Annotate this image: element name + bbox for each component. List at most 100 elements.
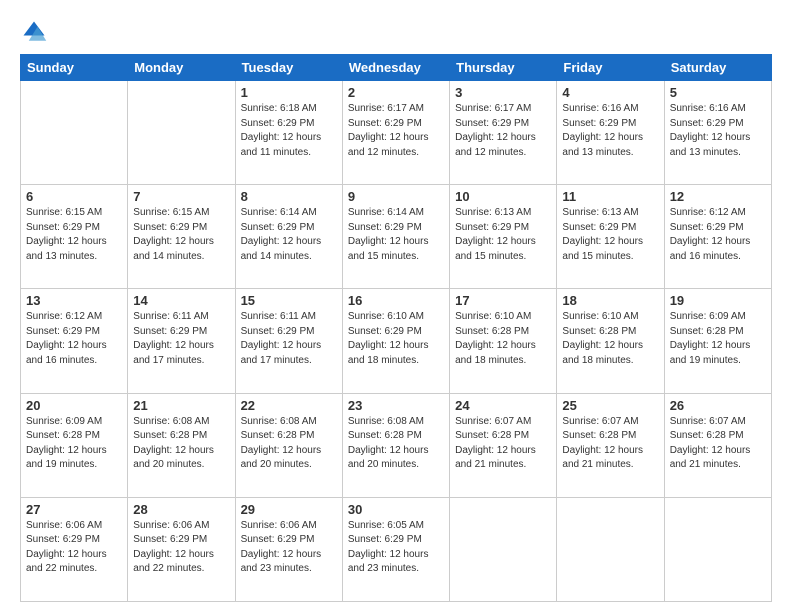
day-info: Sunrise: 6:06 AM Sunset: 6:29 PM Dayligh…	[26, 519, 122, 577]
calendar-day-cell: 26Sunrise: 6:07 AM Sunset: 6:28 PM Dayli…	[664, 393, 771, 497]
day-info: Sunrise: 6:17 AM Sunset: 6:29 PM Dayligh…	[348, 102, 444, 160]
day-number: 14	[133, 293, 229, 308]
day-number: 10	[455, 189, 551, 204]
day-info: Sunrise: 6:17 AM Sunset: 6:29 PM Dayligh…	[455, 102, 551, 160]
weekday-header-monday: Monday	[128, 55, 235, 81]
weekday-header-thursday: Thursday	[450, 55, 557, 81]
day-info: Sunrise: 6:07 AM Sunset: 6:28 PM Dayligh…	[562, 415, 658, 473]
calendar-week-row: 20 Sunrise: 6:09 AM Sunset: 6:28 PM Dayli…	[21, 393, 772, 497]
day-info: Sunrise: 6:12 AM Sunset: 6:29 PM Dayligh…	[670, 206, 766, 264]
day-number: 29	[241, 502, 337, 517]
day-number: 30	[348, 502, 444, 517]
day-number: 20	[26, 398, 122, 413]
day-number: 18	[562, 293, 658, 308]
calendar-day-cell: 1 Sunrise: 6:18 AM Sunset: 6:29 PM Daylig…	[235, 81, 342, 185]
logo-icon	[20, 18, 48, 46]
day-info: Sunrise: 6:18 AM Sunset: 6:29 PM Dayligh…	[241, 102, 337, 160]
day-info: Sunrise: 6:11 AM Sunset: 6:29 PM Dayligh…	[241, 310, 337, 368]
calendar-day-cell: 25 Sunrise: 6:07 AM Sunset: 6:28 PM Dayli…	[557, 393, 664, 497]
calendar-day-cell: 4 Sunrise: 6:16 AM Sunset: 6:29 PM Daylig…	[557, 81, 664, 185]
calendar-day-cell: 20 Sunrise: 6:09 AM Sunset: 6:28 PM Dayli…	[21, 393, 128, 497]
day-info: Sunrise: 6:13 AM Sunset: 6:29 PM Dayligh…	[562, 206, 658, 264]
day-number: 15	[241, 293, 337, 308]
weekday-header-wednesday: Wednesday	[342, 55, 449, 81]
day-number: 12	[670, 189, 766, 204]
day-number: 6	[26, 189, 122, 204]
day-info: Sunrise: 6:14 AM Sunset: 6:29 PM Dayligh…	[241, 206, 337, 264]
weekday-header-tuesday: Tuesday	[235, 55, 342, 81]
day-info: Sunrise: 6:16 AM Sunset: 6:29 PM Dayligh…	[562, 102, 658, 160]
day-info: Sunrise: 6:08 AM Sunset: 6:28 PM Dayligh…	[348, 415, 444, 473]
calendar-day-cell: 3 Sunrise: 6:17 AM Sunset: 6:29 PM Daylig…	[450, 81, 557, 185]
day-info: Sunrise: 6:11 AM Sunset: 6:29 PM Dayligh…	[133, 310, 229, 368]
day-number: 13	[26, 293, 122, 308]
day-number: 7	[133, 189, 229, 204]
day-info: Sunrise: 6:09 AM Sunset: 6:28 PM Dayligh…	[26, 415, 122, 473]
calendar-day-cell: 5 Sunrise: 6:16 AM Sunset: 6:29 PM Daylig…	[664, 81, 771, 185]
weekday-header-friday: Friday	[557, 55, 664, 81]
calendar-day-cell	[128, 81, 235, 185]
calendar-day-cell: 11 Sunrise: 6:13 AM Sunset: 6:29 PM Dayli…	[557, 185, 664, 289]
calendar-day-cell: 15 Sunrise: 6:11 AM Sunset: 6:29 PM Dayli…	[235, 289, 342, 393]
day-number: 17	[455, 293, 551, 308]
weekday-row: SundayMondayTuesdayWednesdayThursdayFrid…	[21, 55, 772, 81]
day-info: Sunrise: 6:16 AM Sunset: 6:29 PM Dayligh…	[670, 102, 766, 160]
day-info: Sunrise: 6:08 AM Sunset: 6:28 PM Dayligh…	[133, 415, 229, 473]
calendar-day-cell: 17Sunrise: 6:10 AM Sunset: 6:28 PM Dayli…	[450, 289, 557, 393]
day-number: 1	[241, 85, 337, 100]
calendar-day-cell	[450, 497, 557, 601]
calendar-day-cell: 2 Sunrise: 6:17 AM Sunset: 6:29 PM Daylig…	[342, 81, 449, 185]
calendar-day-cell: 16 Sunrise: 6:10 AM Sunset: 6:29 PM Dayli…	[342, 289, 449, 393]
day-number: 19	[670, 293, 766, 308]
day-info: Sunrise: 6:10 AM Sunset: 6:29 PM Dayligh…	[348, 310, 444, 368]
calendar-week-row: 6 Sunrise: 6:15 AM Sunset: 6:29 PM Daylig…	[21, 185, 772, 289]
calendar-day-cell: 7 Sunrise: 6:15 AM Sunset: 6:29 PM Daylig…	[128, 185, 235, 289]
calendar-day-cell	[557, 497, 664, 601]
calendar-day-cell: 24 Sunrise: 6:07 AM Sunset: 6:28 PM Dayli…	[450, 393, 557, 497]
page: SundayMondayTuesdayWednesdayThursdayFrid…	[0, 0, 792, 612]
day-number: 5	[670, 85, 766, 100]
calendar-header: SundayMondayTuesdayWednesdayThursdayFrid…	[21, 55, 772, 81]
calendar-day-cell: 13Sunrise: 6:12 AM Sunset: 6:29 PM Dayli…	[21, 289, 128, 393]
day-info: Sunrise: 6:07 AM Sunset: 6:28 PM Dayligh…	[455, 415, 551, 473]
day-number: 21	[133, 398, 229, 413]
day-number: 4	[562, 85, 658, 100]
calendar-day-cell: 29 Sunrise: 6:06 AM Sunset: 6:29 PM Dayli…	[235, 497, 342, 601]
calendar-day-cell: 22Sunrise: 6:08 AM Sunset: 6:28 PM Dayli…	[235, 393, 342, 497]
day-info: Sunrise: 6:15 AM Sunset: 6:29 PM Dayligh…	[26, 206, 122, 264]
day-info: Sunrise: 6:13 AM Sunset: 6:29 PM Dayligh…	[455, 206, 551, 264]
calendar-day-cell: 23 Sunrise: 6:08 AM Sunset: 6:28 PM Dayli…	[342, 393, 449, 497]
day-number: 23	[348, 398, 444, 413]
day-info: Sunrise: 6:09 AM Sunset: 6:28 PM Dayligh…	[670, 310, 766, 368]
day-number: 28	[133, 502, 229, 517]
day-number: 27	[26, 502, 122, 517]
calendar-day-cell: 27 Sunrise: 6:06 AM Sunset: 6:29 PM Dayli…	[21, 497, 128, 601]
day-info: Sunrise: 6:08 AM Sunset: 6:28 PM Dayligh…	[241, 415, 337, 473]
calendar-week-row: 13Sunrise: 6:12 AM Sunset: 6:29 PM Dayli…	[21, 289, 772, 393]
day-info: Sunrise: 6:07 AM Sunset: 6:28 PM Dayligh…	[670, 415, 766, 473]
calendar-day-cell: 6 Sunrise: 6:15 AM Sunset: 6:29 PM Daylig…	[21, 185, 128, 289]
calendar-table: SundayMondayTuesdayWednesdayThursdayFrid…	[20, 54, 772, 602]
day-number: 24	[455, 398, 551, 413]
day-number: 25	[562, 398, 658, 413]
day-number: 8	[241, 189, 337, 204]
calendar-day-cell: 28Sunrise: 6:06 AM Sunset: 6:29 PM Dayli…	[128, 497, 235, 601]
calendar-day-cell	[664, 497, 771, 601]
calendar-day-cell: 21 Sunrise: 6:08 AM Sunset: 6:28 PM Dayli…	[128, 393, 235, 497]
day-number: 11	[562, 189, 658, 204]
day-number: 2	[348, 85, 444, 100]
calendar-body: 1 Sunrise: 6:18 AM Sunset: 6:29 PM Daylig…	[21, 81, 772, 602]
day-info: Sunrise: 6:15 AM Sunset: 6:29 PM Dayligh…	[133, 206, 229, 264]
day-number: 9	[348, 189, 444, 204]
calendar-day-cell: 9 Sunrise: 6:14 AM Sunset: 6:29 PM Daylig…	[342, 185, 449, 289]
logo	[20, 18, 52, 46]
day-info: Sunrise: 6:06 AM Sunset: 6:29 PM Dayligh…	[241, 519, 337, 577]
weekday-header-saturday: Saturday	[664, 55, 771, 81]
calendar-day-cell: 8 Sunrise: 6:14 AM Sunset: 6:29 PM Daylig…	[235, 185, 342, 289]
calendar-day-cell: 18Sunrise: 6:10 AM Sunset: 6:28 PM Dayli…	[557, 289, 664, 393]
calendar-week-row: 1 Sunrise: 6:18 AM Sunset: 6:29 PM Daylig…	[21, 81, 772, 185]
day-number: 3	[455, 85, 551, 100]
day-info: Sunrise: 6:14 AM Sunset: 6:29 PM Dayligh…	[348, 206, 444, 264]
calendar-day-cell: 12 Sunrise: 6:12 AM Sunset: 6:29 PM Dayli…	[664, 185, 771, 289]
day-number: 16	[348, 293, 444, 308]
